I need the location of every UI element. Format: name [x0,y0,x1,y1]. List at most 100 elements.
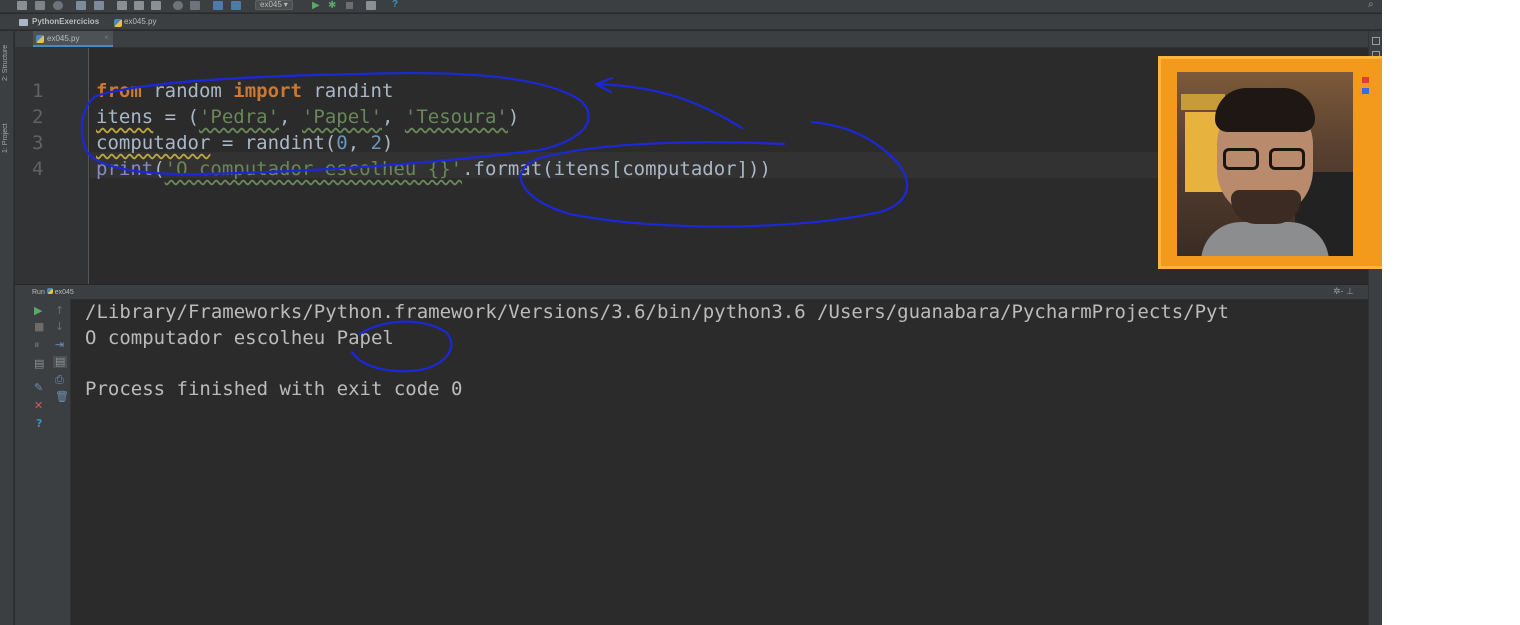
presenter-glasses [1223,148,1309,170]
number-literal: 0 [336,132,348,154]
folder-icon [19,19,28,26]
run-console[interactable]: /Library/Frameworks/Python.framework/Ver… [71,299,1368,625]
save-icon[interactable] [35,1,45,10]
run-config-label: ex045 [260,0,282,9]
string-literal: 'Tesoura' [404,106,508,128]
code-line-4[interactable]: print('O computador escolheu {}'.format(… [96,156,771,182]
imported-name: randint [301,80,394,102]
run-panel-header: Run ex045 ✲- ⊥ [15,284,1368,299]
clear-icon[interactable]: 🗑 [55,391,69,403]
run-panel-toolbar: ▶ ↑ ■ ↓ ⏸ ⇥ ▤ ▤ ⎙ ✎ 🗑 ✕ ? [15,299,71,625]
code-text: ) [382,132,394,154]
tab-ex045[interactable]: ex045.py × [33,31,113,47]
main-toolbar: ex045 ▾ ▶ ✱ ? ⌕ [0,0,1382,13]
pin-icon[interactable]: ✎ [34,382,43,394]
back-icon[interactable] [213,1,223,10]
replace-icon[interactable] [190,1,200,10]
code-line-1[interactable]: from random import randint [96,78,393,104]
console-line: /Library/Frameworks/Python.framework/Ver… [85,301,1229,323]
tab-label: ex045.py [47,34,80,43]
python-file-icon [46,288,53,294]
restore-layout-icon[interactable]: ▤ [34,358,44,370]
rerun-icon[interactable]: ▶ [34,305,42,317]
open-icon[interactable] [17,1,27,10]
module-name: random [141,80,234,102]
console-line: O computador escolheu Papel [85,327,394,349]
undo-icon[interactable] [76,1,86,10]
line-number: 1 [32,80,44,102]
line-number: 4 [32,158,44,180]
run-label: Run [32,289,45,296]
paste-icon[interactable] [151,1,161,10]
presenter-hair [1215,88,1315,132]
code-text: ) [507,106,520,128]
vcs-icon[interactable] [366,1,376,10]
cut-icon[interactable] [117,1,127,10]
navigation-breadcrumb: PythonExercicios ex045.py [0,14,1382,30]
stop-icon[interactable]: ■ [34,321,44,333]
line-number-gutter: 1 2 3 4 [15,48,89,284]
database-tool-icon[interactable] [1372,37,1380,45]
debug-icon[interactable]: ✱ [328,0,336,11]
code-text: ( [153,158,165,180]
code-text: , [347,132,371,154]
forward-icon[interactable] [231,1,241,10]
close-icon[interactable]: × [104,33,109,42]
keyword-from: from [96,80,142,102]
stop-icon[interactable] [346,2,353,9]
soft-wrap-icon[interactable]: ⇥ [55,339,64,351]
string-literal: 'Pedra' [198,106,280,128]
code-text: .format(itens[computador])) [462,158,771,180]
number-literal: 2 [370,132,383,154]
sync-icon[interactable] [53,1,63,10]
webcam-video [1177,72,1353,256]
close-icon[interactable]: ✕ [34,400,43,412]
chevron-down-icon: ▾ [283,0,288,9]
run-configuration-select[interactable]: ex045 ▾ [255,0,293,10]
help-icon[interactable]: ? [392,0,398,10]
project-tool-tab[interactable]: 1: Project [2,123,9,153]
run-icon[interactable]: ▶ [312,0,320,11]
code-text: = ( [153,106,199,128]
string-literal: 'Papel' [301,106,383,128]
code-line-2[interactable]: itens = ('Pedra', 'Papel', 'Tesoura') [96,104,519,130]
console-line: Process finished with exit code 0 [85,378,463,400]
structure-tool-tab[interactable]: 2: Structure [2,45,9,81]
help-icon[interactable]: ? [36,418,42,430]
presenter-shirt [1201,222,1329,256]
left-tool-strip: 2: Structure 1: Project [0,31,14,625]
breadcrumb-file[interactable]: ex045.py [124,17,156,26]
flag-red-icon [1362,77,1369,83]
pause-icon[interactable]: ⏸ [34,339,40,351]
search-everywhere-icon[interactable]: ⌕ [1368,0,1374,10]
scroll-up-icon[interactable]: ↑ [55,305,64,317]
scroll-down-icon[interactable]: ↓ [55,321,64,333]
python-file-icon [114,19,122,27]
flag-blue-icon [1362,88,1369,94]
variable-itens: itens [96,106,154,128]
redo-icon[interactable] [94,1,104,10]
run-panel-title: Run ex045 [32,288,74,296]
builtin-print: print [96,158,154,180]
line-number: 3 [32,132,44,154]
python-file-icon [36,35,44,43]
string-literal: 'O computador escolheu {}' [164,158,463,180]
webcam-overlay [1158,56,1382,269]
pycharm-window: ex045 ▾ ▶ ✱ ? ⌕ PythonExercicios ex045.py… [0,0,1382,625]
code-line-3[interactable]: computador = randint(0, 2) [96,130,393,156]
editor-tab-bar: ex045.py × [15,31,1368,48]
copy-icon[interactable] [134,1,144,10]
find-icon[interactable] [173,1,183,10]
line-number: 2 [32,106,44,128]
breadcrumb-project[interactable]: PythonExercicios [32,17,99,26]
code-text: , [382,106,405,128]
code-text: = randint( [210,132,337,154]
code-text: , [279,106,302,128]
variable-computador: computador [96,132,211,154]
run-config-name: ex045 [54,289,74,296]
presenter-beard [1231,190,1301,224]
scroll-end-icon[interactable]: ▤ [53,356,68,368]
keyword-import: import [233,80,302,102]
print-icon[interactable]: ⎙ [55,374,64,386]
settings-icon[interactable]: ✲- ⊥ [1333,286,1354,297]
